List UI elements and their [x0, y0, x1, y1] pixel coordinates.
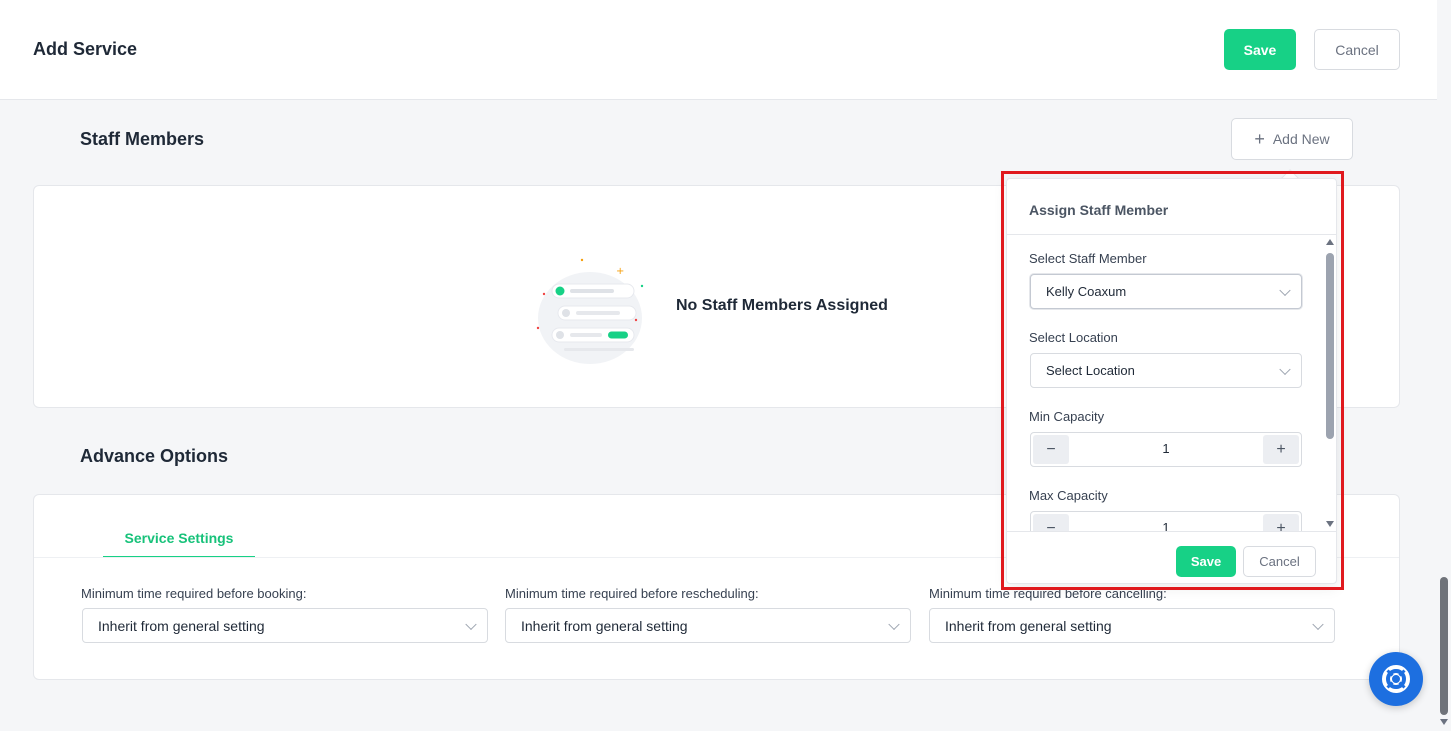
rescheduling-time-label: Minimum time required before reschedulin…: [505, 586, 759, 601]
add-new-label: Add New: [1272, 131, 1330, 147]
plus-icon: +: [1254, 128, 1265, 149]
rescheduling-time-select[interactable]: Inherit from general setting: [505, 608, 911, 643]
booking-time-label: Minimum time required before booking:: [81, 586, 307, 601]
cancelling-time-select[interactable]: Inherit from general setting: [929, 608, 1335, 643]
cancel-button[interactable]: Cancel: [1314, 29, 1400, 70]
empty-staff-illustration-icon: +: [536, 258, 644, 364]
add-new-staff-button[interactable]: + Add New: [1231, 118, 1353, 160]
help-button[interactable]: [1369, 652, 1423, 706]
booking-time-value: Inherit from general setting: [98, 617, 265, 634]
chevron-down-icon: [465, 618, 477, 630]
scroll-down-arrow-icon[interactable]: [1440, 719, 1448, 725]
cancelling-time-value: Inherit from general setting: [945, 617, 1112, 634]
page-title: Add Service: [33, 39, 138, 59]
empty-state-message: No Staff Members Assigned: [676, 297, 888, 314]
tab-service-settings[interactable]: Service Settings: [103, 530, 255, 558]
page-scroll-thumb[interactable]: [1440, 577, 1448, 715]
save-button[interactable]: Save: [1224, 29, 1296, 70]
staff-members-heading: Staff Members: [80, 129, 205, 149]
highlight-box: [1001, 171, 1344, 590]
chevron-down-icon: [1312, 618, 1324, 630]
advance-options-heading: Advance Options: [80, 446, 229, 466]
top-bar: Add Service Save Cancel: [0, 0, 1451, 100]
page-scrollbar[interactable]: [1437, 0, 1451, 731]
svg-text:+: +: [616, 266, 624, 277]
lifebuoy-icon: [1382, 665, 1410, 693]
rescheduling-time-value: Inherit from general setting: [521, 617, 688, 634]
chevron-down-icon: [888, 618, 900, 630]
booking-time-select[interactable]: Inherit from general setting: [82, 608, 488, 643]
